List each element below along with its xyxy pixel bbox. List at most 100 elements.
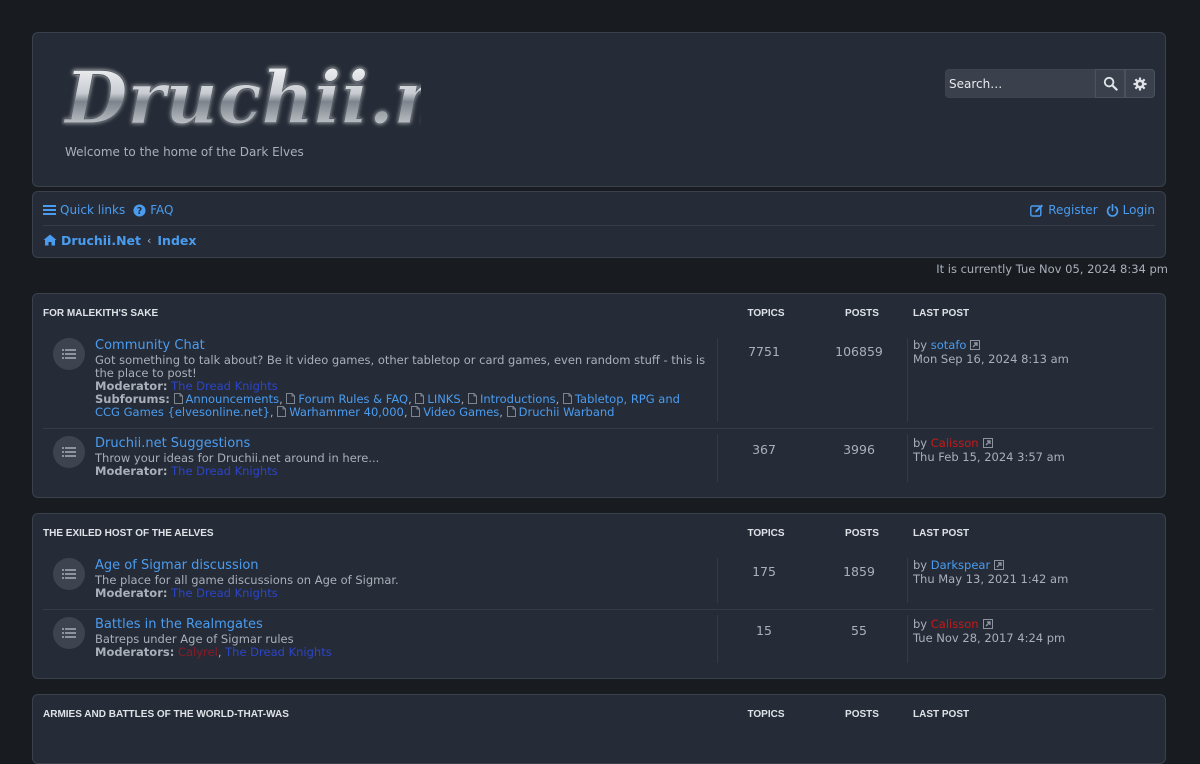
breadcrumb-home[interactable]: Druchii.Net [43, 233, 141, 248]
last-post-user[interactable]: sotafo [931, 338, 967, 352]
last-post-column-header: LAST POST [913, 528, 970, 539]
subforum-link[interactable]: Announcements [173, 392, 280, 406]
file-icon [415, 393, 425, 404]
forum-title-link[interactable]: Druchii.net Suggestions [95, 436, 250, 451]
last-post-info: by Darkspear Thu May 13, 2021 1:42 am [913, 558, 1068, 586]
moderator-link[interactable]: Calyrel [178, 645, 218, 659]
quick-links-menu[interactable]: Quick links [43, 203, 125, 217]
moderators-label: Moderators: [95, 645, 175, 659]
moderator-link[interactable]: The Dread Knights [171, 586, 278, 600]
topics-count: 367 [752, 442, 776, 457]
go-to-post-icon[interactable] [982, 619, 993, 629]
subforums-list: Subforums: Announcements, Forum Rules & … [95, 392, 680, 419]
site-header: Druchii.net Welcome to the home of the D… [32, 32, 1166, 187]
last-post-user[interactable]: Calisson [931, 617, 979, 631]
subforum-link[interactable]: Druchii Warband [506, 405, 615, 419]
subforum-label: Druchii Warband [518, 405, 615, 419]
moderator-link[interactable]: The Dread Knights [171, 379, 278, 393]
last-post-column-header: LAST POST [913, 709, 970, 720]
subforum-label: Video Games [423, 405, 500, 419]
subforum-label: Announcements [185, 392, 280, 406]
file-icon [286, 393, 296, 404]
search-input[interactable] [945, 69, 1095, 98]
subforum-label: Forum Rules & FAQ [298, 392, 409, 406]
file-icon [506, 406, 516, 417]
register-link[interactable]: Register [1030, 203, 1098, 217]
login-label: Login [1122, 203, 1155, 217]
power-icon [1106, 203, 1118, 217]
forum-moderators: Moderators: Calyrel, The Dread Knights [95, 645, 332, 659]
search-button[interactable] [1095, 69, 1125, 98]
subforum-label: Introductions [479, 392, 556, 406]
forum-title-link[interactable]: Age of Sigmar discussion [95, 558, 259, 573]
by-label: by [913, 338, 928, 352]
last-post-date: Tue Nov 28, 2017 4:24 pm [913, 630, 1066, 645]
nav-links-row: Quick links ? FAQ Register Login [43, 195, 1155, 226]
category-panel: ARMIES AND BATTLES OF THE WORLD-THAT-WAS… [32, 694, 1166, 764]
category-title[interactable]: FOR MALEKITH'S SAKE [43, 308, 158, 319]
moderator-label: Moderator: [95, 379, 168, 393]
subforum-link[interactable]: Video Games [411, 405, 499, 419]
forum-moderators: Moderator: The Dread Knights [95, 465, 278, 478]
subforum-link[interactable]: Warhammer 40,000 [277, 405, 404, 419]
category-panel: THE EXILED HOST OF THE AELVES TOPICS POS… [32, 513, 1166, 679]
posts-column-header: POSTS [845, 308, 879, 319]
category-header: THE EXILED HOST OF THE AELVES TOPICS POS… [33, 514, 1165, 552]
question-circle-icon: ? [133, 203, 146, 217]
go-to-post-icon[interactable] [994, 560, 1005, 570]
posts-count: 3996 [843, 442, 875, 457]
advanced-search-button[interactable] [1125, 69, 1155, 98]
site-logo[interactable]: Druchii.net [61, 47, 422, 141]
site-tagline: Welcome to the home of the Dark Elves [65, 145, 304, 159]
posts-column-header: POSTS [845, 709, 879, 720]
login-link[interactable]: Login [1106, 203, 1155, 217]
forum-read-icon [53, 617, 85, 649]
category-header: FOR MALEKITH'S SAKE TOPICS POSTS LAST PO… [33, 294, 1165, 332]
last-post-date: Mon Sep 16, 2024 8:13 am [913, 351, 1069, 366]
last-post-info: by Calisson Tue Nov 28, 2017 4:24 pm [913, 617, 1066, 645]
posts-count: 55 [851, 623, 867, 638]
file-icon [277, 406, 287, 417]
moderator-label: Moderator: [95, 464, 168, 478]
by-label: by [913, 617, 928, 631]
subforum-link[interactable]: Forum Rules & FAQ [286, 392, 408, 406]
go-to-post-icon[interactable] [982, 438, 993, 448]
go-to-post-icon[interactable] [970, 340, 981, 350]
forum-read-icon [53, 558, 85, 590]
breadcrumb: Druchii.Net ‹ Index [43, 225, 1155, 255]
file-icon [562, 393, 572, 404]
topics-count: 7751 [748, 344, 780, 359]
subforums-label: Subforums: [95, 392, 170, 406]
forum-row: Age of Sigmar discussion The place for a… [43, 552, 1153, 610]
gear-icon [1133, 76, 1147, 91]
moderator-link[interactable]: The Dread Knights [225, 645, 332, 659]
by-label: by [913, 436, 928, 450]
forum-read-icon [53, 338, 85, 370]
last-post-user[interactable]: Darkspear [931, 558, 990, 572]
topics-count: 175 [752, 564, 776, 579]
svg-text:?: ? [137, 206, 142, 217]
subforum-link[interactable]: LINKS [415, 392, 461, 406]
current-time: It is currently Tue Nov 05, 2024 8:34 pm [936, 262, 1168, 276]
forum-row: Community Chat Got something to talk abo… [43, 332, 1153, 429]
forum-title-link[interactable]: Community Chat [95, 338, 205, 353]
faq-label: FAQ [150, 203, 174, 217]
subforum-link[interactable]: Introductions [467, 392, 556, 406]
topics-column-header: TOPICS [747, 709, 785, 720]
user-links: Register Login [1030, 203, 1155, 217]
file-icon [173, 393, 183, 404]
moderator-link[interactable]: The Dread Knights [171, 464, 278, 478]
chevron-left-icon: ‹ [146, 233, 152, 247]
faq-link[interactable]: ? FAQ [133, 203, 173, 217]
breadcrumb-index[interactable]: Index [157, 233, 196, 248]
search-icon [1103, 76, 1118, 91]
logo-text: Druchii.net [63, 55, 421, 140]
forum-title-link[interactable]: Battles in the Realmgates [95, 617, 263, 632]
category-title[interactable]: THE EXILED HOST OF THE AELVES [43, 528, 214, 539]
subforum-label: Warhammer 40,000 [289, 405, 404, 419]
last-post-column-header: LAST POST [913, 308, 970, 319]
category-title[interactable]: ARMIES AND BATTLES OF THE WORLD-THAT-WAS [43, 709, 289, 720]
forum-description: Got something to talk about? Be it video… [95, 353, 706, 380]
menu-bars-icon [43, 205, 56, 215]
last-post-user[interactable]: Calisson [931, 436, 979, 450]
